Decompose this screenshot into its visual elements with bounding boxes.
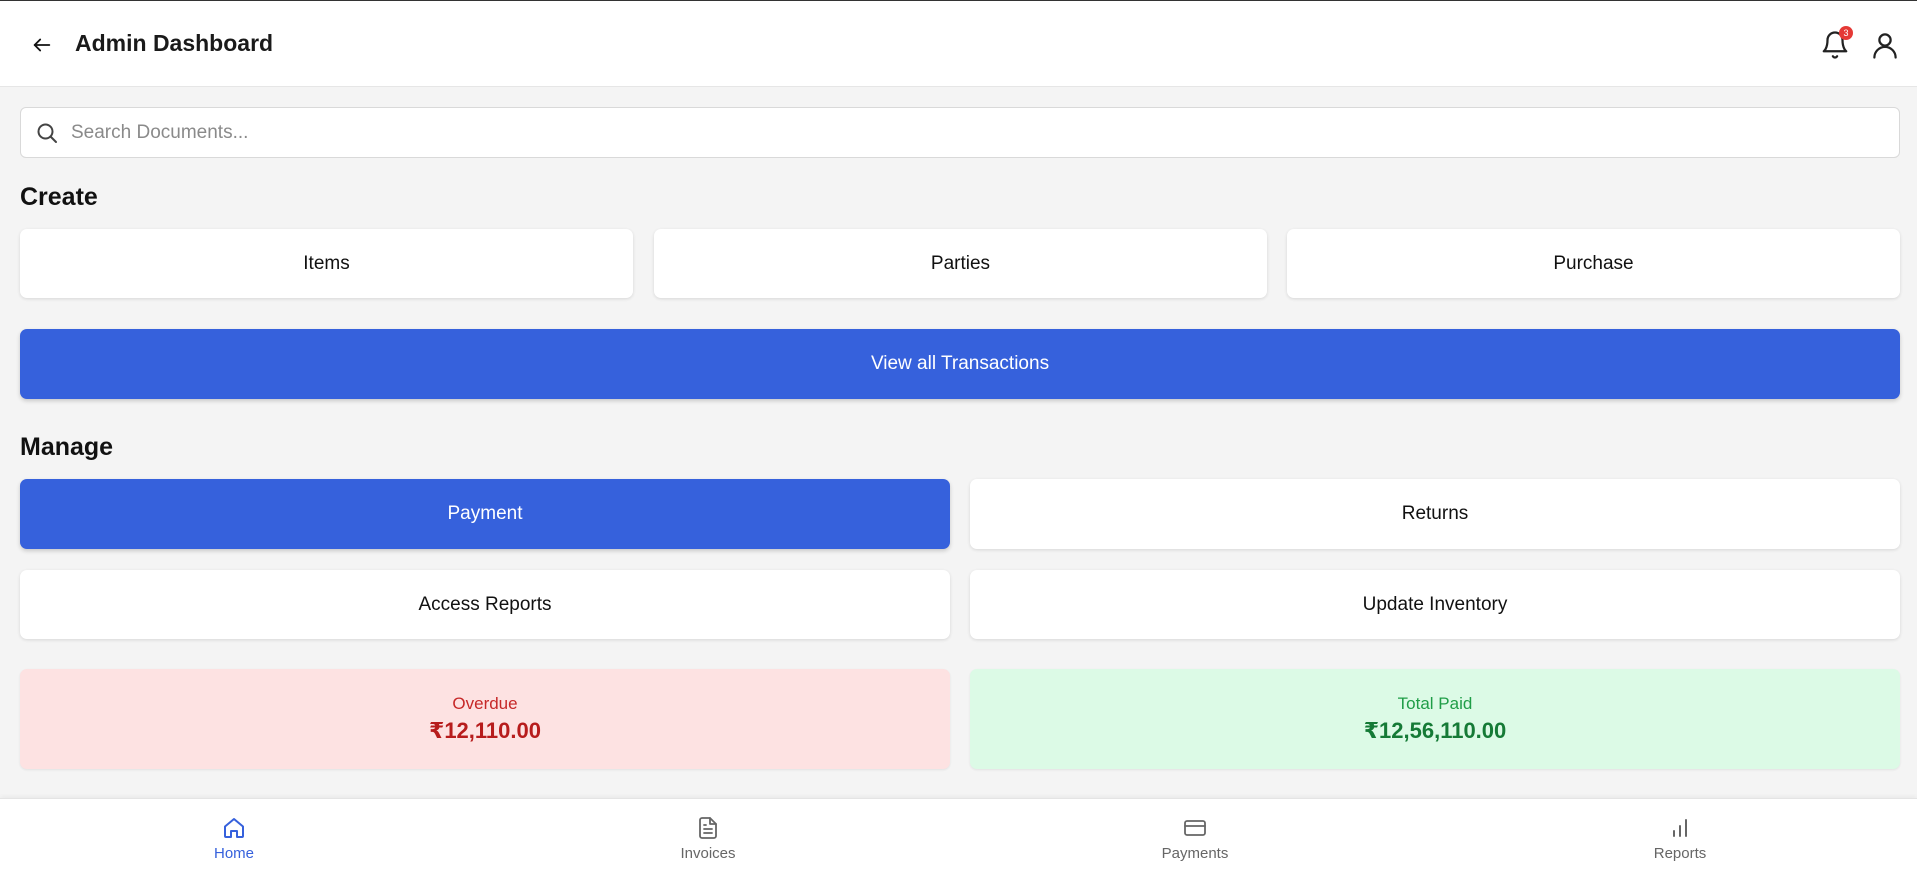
nav-reports-label: Reports [1653,844,1707,862]
app-root: Admin Dashboard 3 Create Items Parties P… [0,0,1917,876]
home-icon [224,817,244,838]
page-title: Admin Dashboard [75,30,274,56]
nav-payments[interactable]: Payments [1135,799,1255,876]
access-reports-button[interactable]: Access Reports [20,570,950,639]
top-bar: Admin Dashboard 3 [0,1,1917,87]
nav-reports[interactable]: Reports [1620,799,1740,876]
profile-button[interactable] [1870,29,1900,61]
payment-button[interactable]: Payment [20,479,950,549]
document-icon [699,816,717,839]
bottom-navigation: Home Invoices Payments Reports [0,798,1917,876]
overdue-label: Overdue [452,694,518,713]
create-purchase-button[interactable]: Purchase [1287,229,1900,298]
back-button[interactable] [28,31,56,59]
search-input[interactable] [71,108,1881,157]
notification-badge: 3 [1839,26,1853,40]
total-paid-amount: ₹12,56,110.00 [1363,718,1507,743]
nav-invoices[interactable]: Invoices [648,799,768,876]
total-paid-card: Total Paid ₹12,56,110.00 [970,669,1900,769]
nav-home[interactable]: Home [174,799,294,876]
search-icon [37,123,57,143]
search-bar [20,107,1900,158]
notifications-button[interactable]: 3 [1820,26,1853,61]
bar-chart-icon [1673,818,1687,837]
nav-invoices-label: Invoices [680,844,736,862]
arrow-left-icon [33,38,51,52]
create-parties-button[interactable]: Parties [654,229,1267,298]
total-paid-label: Total Paid [1397,694,1473,713]
view-all-transactions-button[interactable]: View all Transactions [20,329,1900,399]
nav-home-label: Home [213,844,254,862]
create-section-title: Create [20,183,98,211]
user-icon [1873,33,1897,59]
create-items-button[interactable]: Items [20,229,633,298]
manage-section-title: Manage [20,433,114,461]
overdue-amount: ₹12,110.00 [429,718,541,743]
returns-button[interactable]: Returns [970,479,1900,549]
nav-payments-label: Payments [1161,844,1229,862]
update-inventory-button[interactable]: Update Inventory [970,570,1900,639]
credit-card-icon [1184,819,1206,836]
overdue-card: Overdue ₹12,110.00 [20,669,950,769]
